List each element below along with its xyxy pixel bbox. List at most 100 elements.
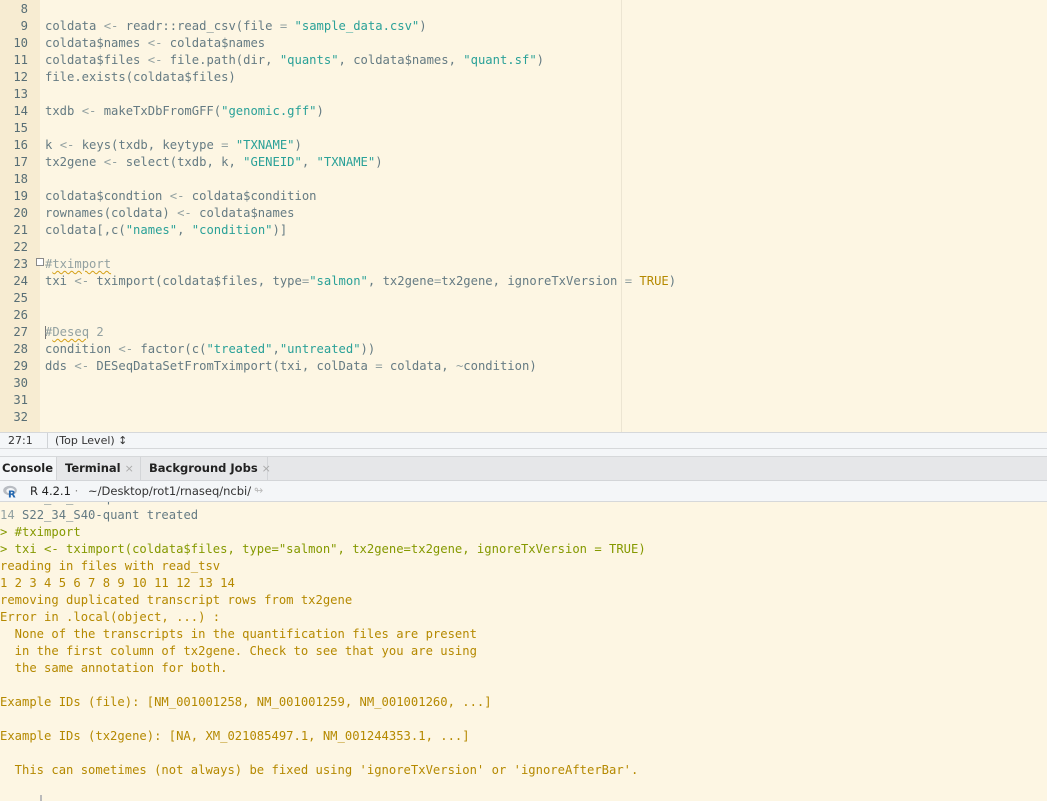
fold-toggle-icon[interactable] [36,258,44,266]
code-line[interactable]: 31 [0,392,1047,409]
line-number: 18 [13,172,28,186]
code-line[interactable]: 29 dds <- DESeqDataSetFromTximport(txi, c… [0,358,1047,375]
code-text: coldata[,c("names", "condition")] [45,222,287,239]
code-token: keys(txdb, keytype [74,138,222,152]
console-text: This can sometimes (not always) be fixed… [0,763,639,777]
console-line: reading in files with read_tsv [0,558,1047,575]
code-line[interactable]: 13 [0,86,1047,103]
code-token: file.path(dir, [162,53,280,67]
code-token: condition [45,342,119,356]
code-text: rownames(coldata) <- coldata$names [45,205,295,222]
console-header: R R 4.2.1 · ~/Desktop/rot1/rnaseq/ncbi/ … [0,481,1047,502]
line-number: 28 [13,342,28,356]
code-token: "genomic.gff" [221,104,317,118]
code-token: , coldata$names, [338,53,464,67]
code-token: <- [177,206,192,220]
code-line[interactable]: 18 [0,171,1047,188]
line-number: 27 [13,325,28,339]
code-token: readr::read_csv(file [118,19,280,33]
working-directory-path: ~/Desktop/rot1/rnaseq/ncbi/ [88,484,252,498]
code-line[interactable]: 16 k <- keys(txdb, keytype = "TXNAME") [0,137,1047,154]
code-lines[interactable]: 8 9 coldata <- readr::read_csv(file = "sam… [0,1,1047,426]
code-token: coldata, [382,359,456,373]
code-text: coldata$files <- file.path(dir, "quants"… [45,52,544,69]
console-line: Example IDs (tx2gene): [NA, XM_021085497… [0,728,1047,745]
tab-console[interactable]: Console [0,457,57,480]
code-token: "treated" [206,342,273,356]
code-line[interactable]: 28 condition <- factor(c("treated","untre… [0,341,1047,358]
code-line[interactable]: 26 [0,307,1047,324]
close-icon[interactable]: × [125,462,134,475]
line-number: 14 [13,104,28,118]
code-token: "condition" [191,223,273,237]
line-number: 23 [13,257,28,271]
code-line[interactable]: 15 [0,120,1047,137]
console-text: Example IDs (file): [NM_001001258, NM_00… [0,695,492,709]
code-line[interactable]: 14 txdb <- makeTxDbFromGFF("genomic.gff") [0,103,1047,120]
code-line[interactable]: 19 coldata$condtion <- coldata$condition [0,188,1047,205]
status-divider [47,433,48,448]
code-token: <- [103,19,119,33]
line-number: 10 [13,36,28,50]
code-token: coldata$names [162,36,266,50]
code-token: coldata[,c( [45,223,126,237]
tab-label: Console [2,461,54,475]
code-line[interactable]: 9 coldata <- readr::read_csv(file = "samp… [0,18,1047,35]
code-text: txdb <- makeTxDbFromGFF("genomic.gff") [45,103,324,120]
code-line[interactable]: 27 #Deseq 2 [0,324,1047,341]
console-line: > txi <- tximport(coldata$files, type="s… [0,541,1047,558]
line-number: 16 [13,138,28,152]
code-line[interactable]: 23 #tximport [0,256,1047,273]
tab-terminal[interactable]: Terminal × [57,457,141,480]
code-token: "salmon" [309,274,368,288]
scope-selector[interactable]: (Top Level) ↕ [55,434,127,447]
code-token: "GENEID" [243,155,302,169]
code-text: tx2gene <- select(txdb, k, "GENEID", "TX… [45,154,383,171]
code-line[interactable]: 11 coldata$files <- file.path(dir, "quant… [0,52,1047,69]
line-number: 19 [13,189,28,203]
line-number: 26 [13,308,28,322]
code-line[interactable]: 30 [0,375,1047,392]
code-token: dds [45,359,75,373]
code-token: )) [360,342,376,356]
code-line[interactable]: 32 [0,409,1047,426]
code-line[interactable]: 21 coldata[,c("names", "condition")] [0,222,1047,239]
code-line[interactable]: 17 tx2gene <- select(txdb, k, "GENEID", "… [0,154,1047,171]
code-token: select(txdb, k, [118,155,244,169]
console-output[interactable]: 13 S22_33_S39-quant treated14 S22_34_S40… [0,502,1047,801]
code-line[interactable]: 22 [0,239,1047,256]
code-line[interactable]: 25 [0,290,1047,307]
console-text: > #tximport [0,525,81,539]
code-line[interactable]: 20 rownames(coldata) <- coldata$names [0,205,1047,222]
code-token: coldata [45,19,104,33]
close-icon[interactable]: × [262,462,271,475]
go-to-directory-icon[interactable]: ↬ [254,484,263,497]
line-number: 12 [13,70,28,84]
code-token: = [624,274,633,288]
code-line[interactable]: 12 file.exists(coldata$files) [0,69,1047,86]
console-text: S22_34_S40-quant treated [14,508,199,522]
line-number: 31 [13,393,28,407]
row-index: 13 [0,502,15,505]
source-editor[interactable]: 8 9 coldata <- readr::read_csv(file = "sam… [0,0,1047,432]
pane-splitter[interactable] [0,449,1047,457]
code-token: rownames(coldata) [45,206,178,220]
code-token: , [177,223,192,237]
console-line: the same annotation for both. [0,660,1047,677]
code-token: ) [536,53,544,67]
console-prompt-cursor [40,795,42,801]
code-token: <- [103,155,119,169]
code-line[interactable]: 10 coldata$names <- coldata$names [0,35,1047,52]
line-number: 32 [13,410,28,424]
code-line[interactable]: 8 [0,1,1047,18]
code-text: coldata$names <- coldata$names [45,35,265,52]
console-line: Error in .local(object, ...) : [0,609,1047,626]
console-text: 1 2 3 4 5 6 7 8 9 10 11 12 13 14 [0,576,243,590]
code-token: , [272,342,280,356]
code-line[interactable]: 24 txi <- tximport(coldata$files, type = "s… [0,273,1047,290]
tab-background-jobs[interactable]: Background Jobs × [141,457,271,480]
